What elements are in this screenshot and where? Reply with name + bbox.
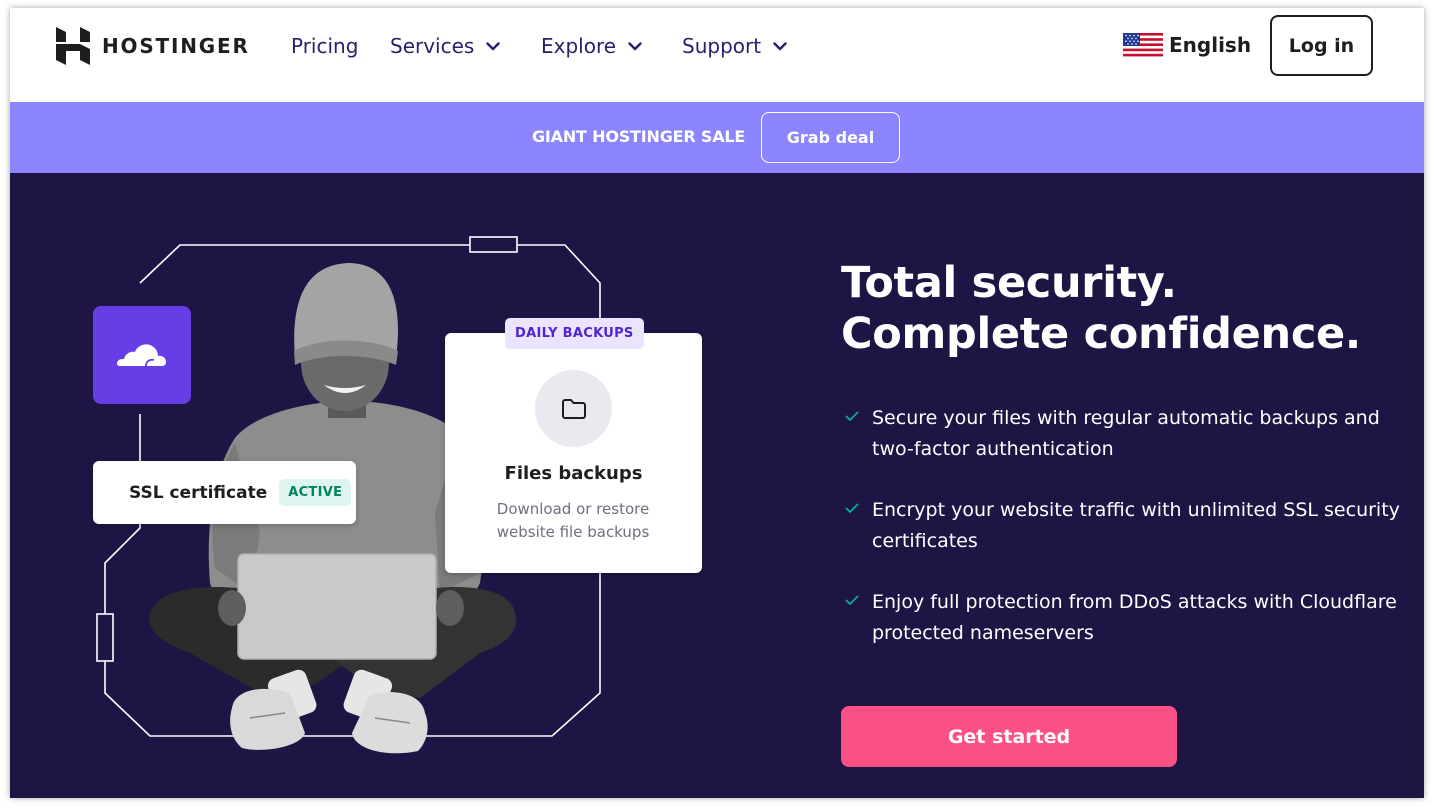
nav-explore-label: Explore (541, 34, 617, 58)
ssl-certificate-card: SSL certificate ACTIVE (93, 461, 356, 524)
backup-card-description: Download or restore website file backups (496, 500, 650, 541)
ssl-card-title: SSL certificate (129, 482, 268, 503)
files-backup-card: DAILY BACKUPS Files backups Download or … (445, 318, 702, 573)
hero-section: SSL certificate ACTIVE DAILY BACKUPS Fil… (10, 173, 1424, 798)
hostinger-logo-icon (56, 27, 90, 65)
login-button[interactable]: Log in (1270, 15, 1373, 76)
feature-text: Enjoy full protection from DDoS attacks … (872, 591, 1397, 644)
headline-line-1: Total security. (841, 258, 1177, 308)
check-icon (845, 595, 859, 605)
feature-list: Secure your files with regular automatic… (845, 403, 1405, 679)
logo-text: HOSTINGER (102, 34, 250, 58)
promo-text: GIANT HOSTINGER SALE (532, 127, 746, 146)
chevron-down-icon (628, 41, 642, 50)
folder-icon (561, 398, 586, 419)
check-icon (845, 503, 859, 513)
nav-services[interactable]: Services (390, 34, 501, 58)
nav-explore[interactable]: Explore (541, 34, 642, 58)
folder-icon-circle (535, 370, 612, 447)
grab-deal-button[interactable]: Grab deal (761, 112, 900, 163)
backup-card-title: Files backups (504, 463, 643, 484)
cloud-icon (116, 344, 166, 367)
feature-item: Enjoy full protection from DDoS attacks … (845, 587, 1405, 649)
chevron-down-icon (773, 41, 787, 50)
ssl-active-badge: ACTIVE (279, 479, 352, 506)
headline-line-2: Complete confidence. (841, 309, 1361, 359)
feature-text: Secure your files with regular automatic… (872, 407, 1380, 460)
nav-pricing[interactable]: Pricing (291, 34, 358, 58)
hero-illustration: SSL certificate ACTIVE DAILY BACKUPS Fil… (10, 173, 770, 798)
feature-item: Encrypt your website traffic with unlimi… (845, 495, 1405, 557)
language-label: English (1169, 33, 1252, 57)
nav-support-label: Support (682, 34, 762, 58)
check-icon (845, 411, 859, 421)
hostinger-logo[interactable]: HOSTINGER (56, 27, 250, 65)
feature-text: Encrypt your website traffic with unlimi… (872, 499, 1400, 552)
site-header: HOSTINGER Pricing Services Explore Suppo… (10, 8, 1424, 102)
chevron-down-icon (486, 41, 501, 50)
cloudflare-tile (93, 306, 191, 404)
promo-banner: GIANT HOSTINGER SALE Grab deal (10, 102, 1424, 173)
nav-support[interactable]: Support (682, 34, 787, 58)
hero-headline: Total security. Complete confidence. (841, 258, 1401, 360)
page-frame: HOSTINGER Pricing Services Explore Suppo… (10, 8, 1424, 798)
daily-backups-badge: DAILY BACKUPS (505, 318, 644, 349)
nav-services-label: Services (390, 34, 475, 58)
us-flag-icon (1123, 33, 1163, 57)
feature-item: Secure your files with regular automatic… (845, 403, 1405, 465)
language-selector[interactable]: English (1123, 33, 1251, 57)
get-started-button[interactable]: Get started (841, 706, 1177, 767)
nav-pricing-label: Pricing (291, 34, 359, 58)
